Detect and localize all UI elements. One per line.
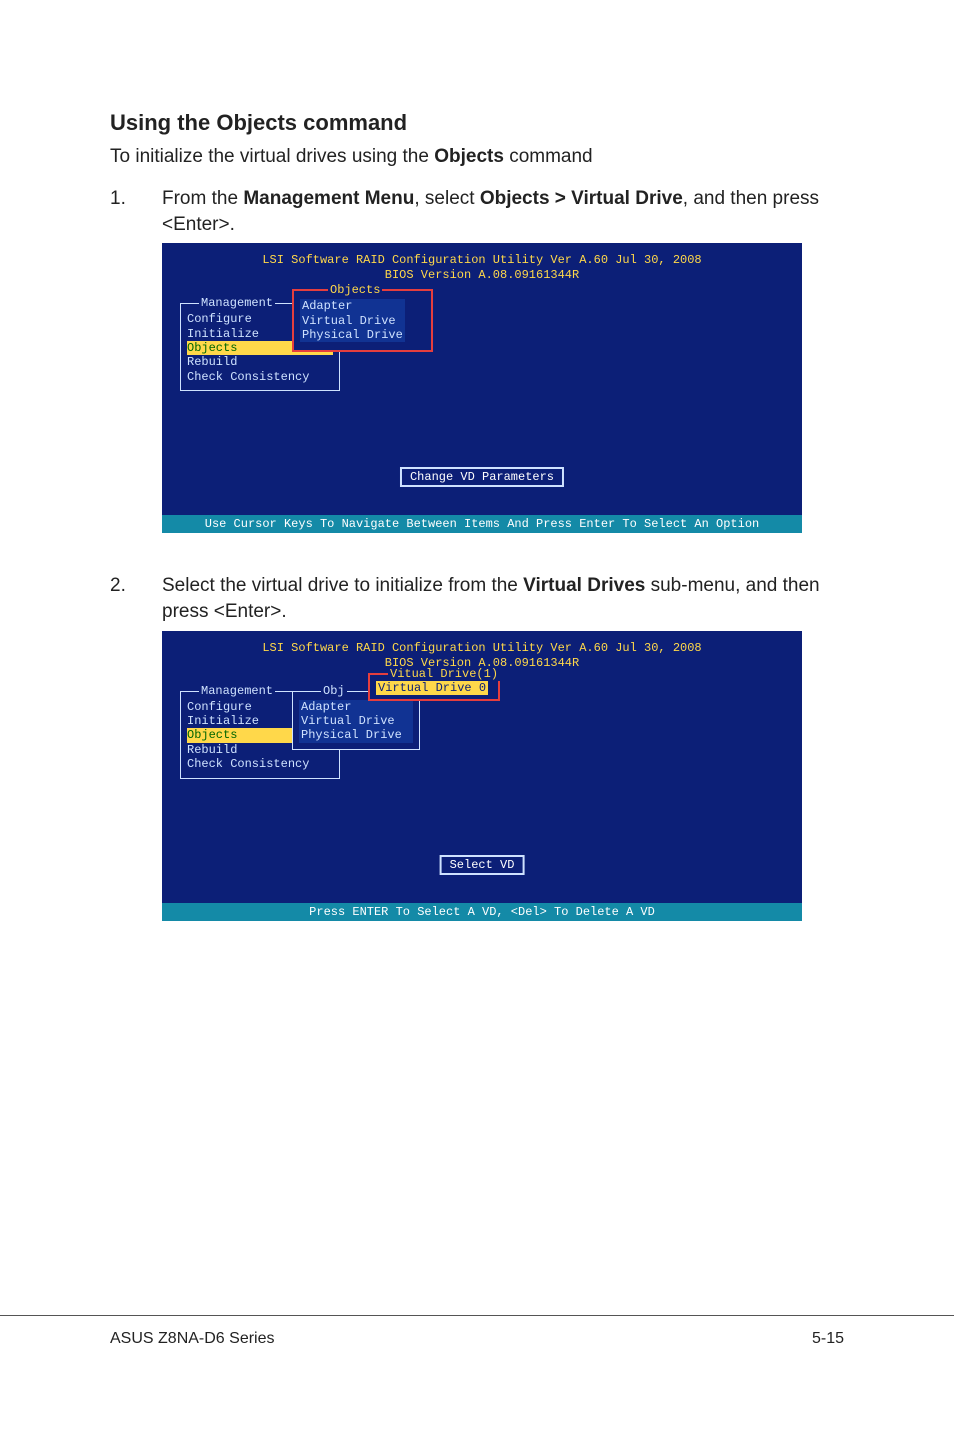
intro-text: To initialize the virtual drives using t… xyxy=(110,146,844,168)
management-menu-title: Management xyxy=(199,296,275,310)
s1-b2: Objects > Virtual Drive xyxy=(480,188,683,209)
footer-left: ASUS Z8NA-D6 Series xyxy=(110,1330,275,1348)
step-number: 1. xyxy=(110,186,162,237)
bios1-header-line1: LSI Software RAID Configuration Utility … xyxy=(166,253,798,268)
objects-submenu-title: Objects xyxy=(328,283,382,297)
step-2: 2. Select the virtual drive to initializ… xyxy=(110,573,844,624)
intro-bold: Objects xyxy=(434,146,504,167)
obj-item-adapter[interactable]: Adapter xyxy=(300,299,405,313)
step-1: 1. From the Management Menu, select Obje… xyxy=(110,186,844,237)
virtual-drive-submenu: Vitual Drive(1) Virtual Drive 0 xyxy=(368,673,500,701)
s1-mid: , select xyxy=(414,188,479,209)
objects-submenu-title: Obj xyxy=(321,684,347,698)
bios1-header-line2: BIOS Version A.08.09161344R xyxy=(166,268,798,283)
vd-item-0[interactable]: Virtual Drive 0 xyxy=(376,681,488,695)
obj-item-physical-drive[interactable]: Physical Drive xyxy=(300,328,405,342)
obj-item-virtual-drive[interactable]: Virtual Drive xyxy=(300,314,405,328)
intro-post: command xyxy=(504,146,593,167)
virtual-drive-submenu-title: Vitual Drive(1) xyxy=(388,667,500,681)
bios1-instruction: Change VD Parameters xyxy=(400,467,564,487)
bios-screenshot-1: LSI Software RAID Configuration Utility … xyxy=(162,243,802,533)
bios2-footer: Press ENTER To Select A VD, <Del> To Del… xyxy=(162,903,802,921)
mgmt-item-check-consistency[interactable]: Check Consistency xyxy=(187,757,333,771)
s2-pre: Select the virtual drive to initialize f… xyxy=(162,575,523,596)
s2-b1: Virtual Drives xyxy=(523,575,645,596)
obj-item-physical-drive[interactable]: Physical Drive xyxy=(299,728,413,742)
management-menu-title: Management xyxy=(199,684,275,698)
intro-pre: To initialize the virtual drives using t… xyxy=(110,146,434,167)
step-body: From the Management Menu, select Objects… xyxy=(162,186,844,237)
s1-b1: Management Menu xyxy=(243,188,414,209)
mgmt-item-rebuild[interactable]: Rebuild xyxy=(187,355,333,369)
bios1-footer: Use Cursor Keys To Navigate Between Item… xyxy=(162,515,802,533)
bios2-header-line1: LSI Software RAID Configuration Utility … xyxy=(166,641,798,656)
page-footer: ASUS Z8NA-D6 Series 5-15 xyxy=(0,1315,954,1438)
obj-item-adapter[interactable]: Adapter xyxy=(299,700,413,714)
footer-right: 5-15 xyxy=(812,1330,844,1348)
mgmt-item-check-consistency[interactable]: Check Consistency xyxy=(187,370,333,384)
objects-submenu: Objects Adapter Virtual Drive Physical D… xyxy=(292,289,433,352)
bios2-instruction: Select VD xyxy=(440,855,525,875)
step-body: Select the virtual drive to initialize f… xyxy=(162,573,844,624)
step-number: 2. xyxy=(110,573,162,624)
s1-pre: From the xyxy=(162,188,243,209)
obj-item-virtual-drive[interactable]: Virtual Drive xyxy=(299,714,413,728)
bios-screenshot-2: LSI Software RAID Configuration Utility … xyxy=(162,631,802,921)
section-heading: Using the Objects command xyxy=(110,110,844,136)
